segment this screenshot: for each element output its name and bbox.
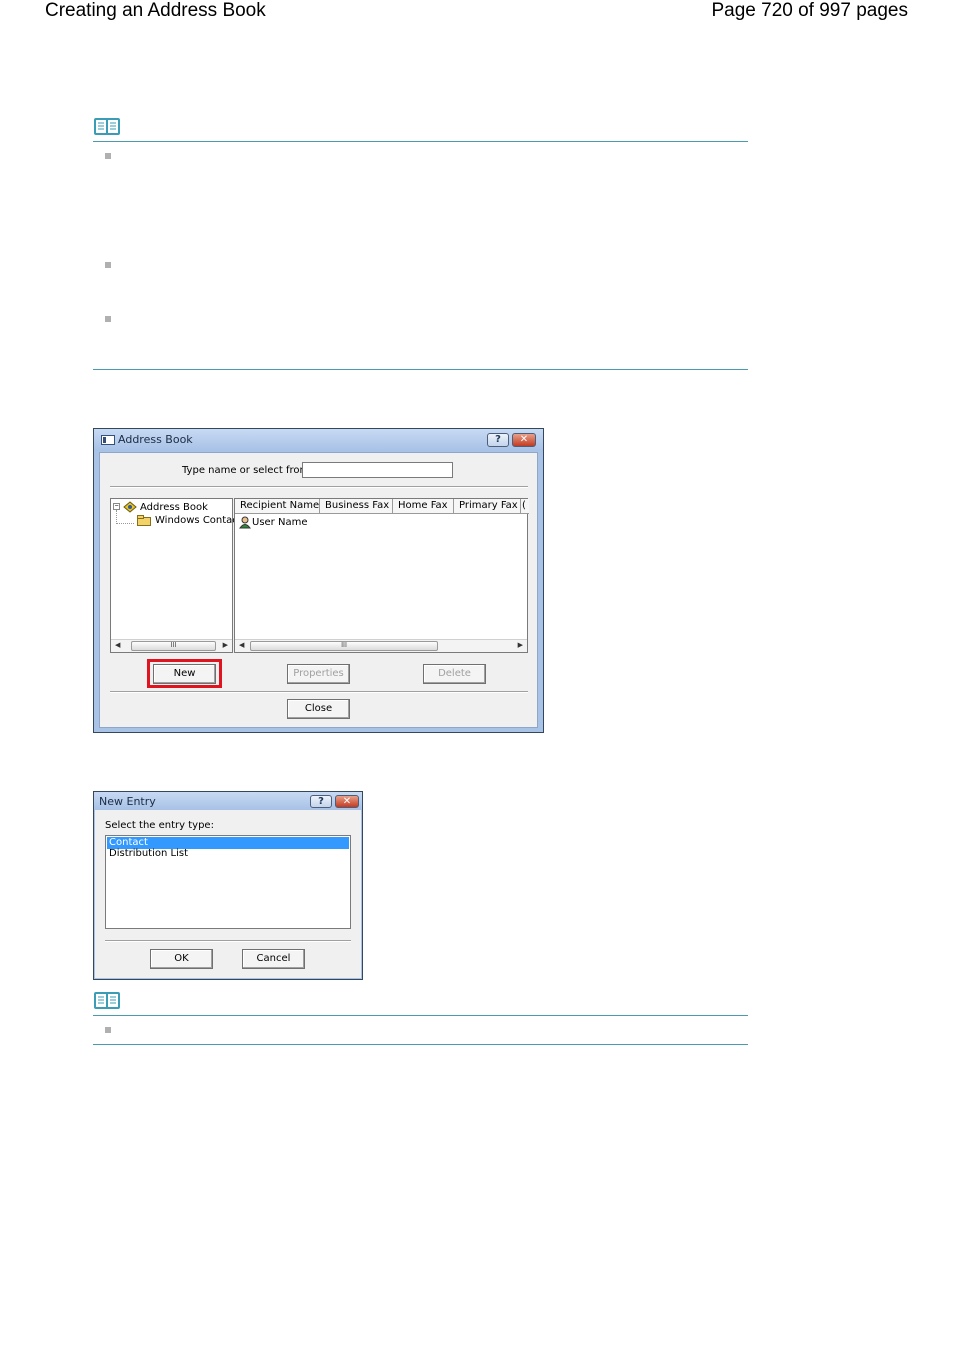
new-button[interactable]: New: [153, 664, 216, 684]
title-bar: New Entry ? ✕: [94, 792, 362, 810]
address-book-icon: [123, 501, 137, 513]
tree-line: [116, 510, 117, 524]
list-item[interactable]: User Name: [252, 517, 307, 528]
ok-button[interactable]: OK: [150, 949, 213, 969]
window-title: Address Book: [118, 433, 193, 446]
entry-type-prompt: Select the entry type:: [105, 820, 214, 831]
document-title: Creating an Address Book: [45, 0, 266, 21]
note-rule-top: [93, 1015, 748, 1016]
window-icon: [101, 435, 115, 445]
scroll-right-arrow[interactable]: ▶: [223, 641, 228, 649]
separator: [110, 691, 528, 693]
separator: [110, 486, 528, 488]
folder-icon: [137, 515, 151, 526]
column-primary-fax[interactable]: Primary Fax: [454, 499, 521, 514]
scroll-left-arrow[interactable]: ◀: [239, 641, 244, 649]
note-rule-bottom: [93, 1044, 748, 1045]
list-scrollbar[interactable]: ◀ III ▶: [235, 639, 527, 652]
bullet: [105, 153, 111, 159]
note-rule-top: [93, 141, 748, 142]
dialog-body: Type name or select from list: − Address…: [99, 452, 538, 728]
delete-button[interactable]: Delete: [423, 664, 486, 684]
properties-button[interactable]: Properties: [287, 664, 350, 684]
close-window-button[interactable]: ✕: [335, 795, 359, 808]
scroll-thumb[interactable]: III: [131, 641, 216, 651]
contact-user-icon: [239, 516, 251, 529]
list-item-distribution-list[interactable]: Distribution List: [107, 848, 349, 860]
close-button[interactable]: Close: [287, 699, 350, 719]
scroll-thumb[interactable]: III: [250, 641, 438, 651]
page-number: Page 720 of 997 pages: [711, 0, 908, 21]
column-business-fax[interactable]: Business Fax: [320, 499, 393, 514]
address-book-window: Address Book ? ✕ Type name or select fro…: [93, 428, 544, 733]
help-button[interactable]: ?: [487, 433, 509, 447]
tree-scrollbar[interactable]: ◀ III ▶: [111, 639, 232, 652]
bullet: [105, 316, 111, 322]
scroll-right-arrow[interactable]: ▶: [518, 641, 523, 649]
folder-tree[interactable]: − Address Book Windows Contacts ◀ III ▶: [110, 498, 247, 653]
close-window-button[interactable]: ✕: [512, 433, 536, 447]
tree-line: [116, 523, 134, 524]
dialog-body: Select the entry type: Contact Distribut…: [95, 810, 361, 978]
help-button[interactable]: ?: [310, 795, 332, 808]
window-title: New Entry: [99, 795, 156, 808]
bullet: [105, 1027, 111, 1033]
column-truncated[interactable]: (: [521, 499, 529, 514]
note-book-icon: [94, 992, 120, 1009]
column-home-fax[interactable]: Home Fax: [393, 499, 454, 514]
scroll-left-arrow[interactable]: ◀: [115, 641, 120, 649]
entry-type-list[interactable]: Contact Distribution List: [105, 835, 351, 929]
note-book-icon: [94, 118, 120, 135]
recipient-list[interactable]: Recipient Name Business Fax Home Fax Pri…: [234, 498, 529, 653]
separator: [105, 940, 351, 942]
note-rule-bottom: [93, 369, 748, 370]
cancel-button[interactable]: Cancel: [242, 949, 305, 969]
title-bar: Address Book ? ✕: [94, 429, 543, 451]
collapse-toggle[interactable]: −: [113, 503, 120, 510]
new-entry-window: New Entry ? ✕ Select the entry type: Con…: [93, 791, 363, 980]
type-name-input[interactable]: [302, 462, 453, 478]
column-recipient-name[interactable]: Recipient Name: [235, 499, 320, 514]
bullet: [105, 262, 111, 268]
tree-item-address-book[interactable]: Address Book: [140, 502, 208, 513]
